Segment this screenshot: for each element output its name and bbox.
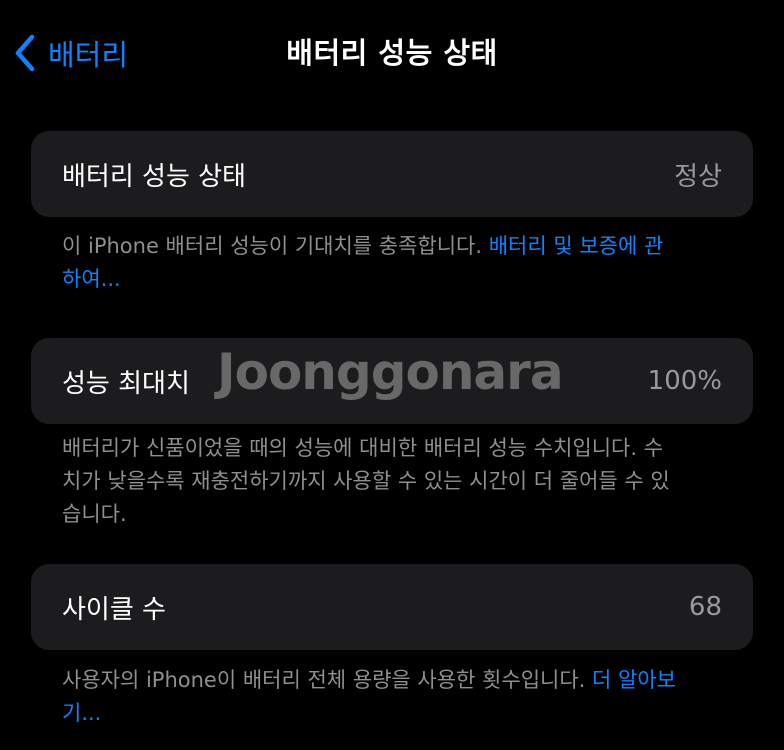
page-title: 배터리 성능 상태	[286, 36, 498, 70]
maximum-capacity-footer: 배터리가 신품이었을 때의 성능에 대비한 배터리 성능 수치입니다. 수치가 …	[62, 432, 678, 531]
battery-health-row: 배터리 성능 상태 정상	[31, 131, 753, 217]
cycle-count-label: 사이클 수	[62, 594, 166, 625]
battery-health-footer: 이 iPhone 배터리 성능이 기대치를 충족합니다. 배터리 및 보증에 관…	[62, 230, 678, 296]
cycle-count-footer: 사용자의 iPhone이 배터리 전체 용량을 사용한 횟수입니다. 더 알아보…	[62, 664, 678, 730]
maximum-capacity-label: 성능 최대치	[62, 368, 190, 399]
cycle-count-footer-text: 사용자의 iPhone이 배터리 전체 용량을 사용한 횟수입니다.	[62, 668, 593, 692]
maximum-capacity-row: 성능 최대치 100%	[31, 338, 753, 424]
battery-health-footer-text: 이 iPhone 배터리 성능이 기대치를 충족합니다.	[62, 234, 489, 258]
battery-health-value: 정상	[674, 161, 722, 192]
cycle-count-row: 사이클 수 68	[31, 564, 753, 650]
navigation-bar: 배터리 배터리 성능 상태	[0, 0, 784, 100]
cycle-count-value: 68	[688, 592, 722, 622]
maximum-capacity-value: 100%	[647, 366, 722, 396]
battery-health-label: 배터리 성능 상태	[62, 161, 246, 192]
maximum-capacity-footer-text: 배터리가 신품이었을 때의 성능에 대비한 배터리 성능 수치입니다. 수치가 …	[62, 436, 670, 526]
